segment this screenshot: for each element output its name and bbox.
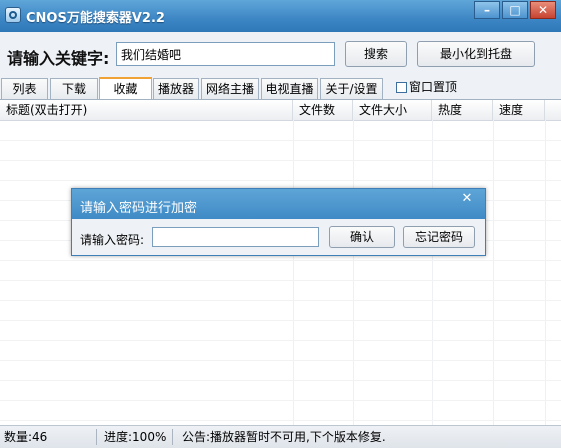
grid-row-line bbox=[0, 140, 561, 141]
grid-row-line bbox=[0, 420, 561, 421]
keyword-label: 请输入关键字: bbox=[7, 49, 110, 68]
confirm-button[interactable]: 确认 bbox=[329, 226, 395, 248]
grid-row-line bbox=[0, 160, 561, 161]
forgot-password-button[interactable]: 忘记密码 bbox=[403, 226, 475, 248]
always-on-top-label: 窗口置顶 bbox=[409, 80, 458, 94]
window-title: CNOS万能搜索器V2.2 bbox=[26, 11, 165, 26]
status-progress: 进度:100% bbox=[104, 430, 167, 444]
close-button[interactable]: ✕ bbox=[530, 1, 556, 19]
grid-row-line bbox=[0, 380, 561, 381]
always-on-top-checkbox[interactable]: 窗口置顶 bbox=[396, 80, 457, 94]
list-header: 标题(双击打开) 文件数 文件大小 热度 速度 bbox=[0, 100, 561, 121]
minimize-button[interactable]: – bbox=[474, 1, 500, 19]
grid-row-line bbox=[0, 340, 561, 341]
grid-row-line bbox=[0, 260, 561, 261]
column-heat[interactable]: 热度 bbox=[432, 100, 493, 120]
grid-row-line bbox=[0, 360, 561, 361]
search-toolbar: 请输入关键字: 搜索 最小化到托盘 bbox=[0, 32, 561, 78]
minimize-to-tray-button[interactable]: 最小化到托盘 bbox=[417, 41, 535, 67]
dialog-title-bar[interactable]: 请输入密码进行加密 ✕ bbox=[72, 189, 485, 219]
password-label: 请输入密码: bbox=[80, 233, 145, 247]
tab-bar: 列表 下载 收藏 播放器 网络主播 电视直播 关于/设置 bbox=[0, 77, 561, 99]
grid-row-line bbox=[0, 300, 561, 301]
tab-about-settings[interactable]: 关于/设置 bbox=[320, 78, 383, 99]
maximize-button[interactable]: □ bbox=[502, 1, 528, 19]
status-count: 数量:46 bbox=[4, 430, 48, 444]
grid-row-line bbox=[0, 280, 561, 281]
status-notice: 公告:播放器暂时不可用,下个版本修复. bbox=[182, 430, 386, 444]
dialog-title: 请输入密码进行加密 bbox=[80, 201, 198, 216]
grid-row-line bbox=[0, 400, 561, 401]
title-bar[interactable]: CNOS万能搜索器V2.2 – □ ✕ bbox=[0, 0, 561, 32]
keyword-input[interactable] bbox=[116, 42, 335, 66]
column-file-size[interactable]: 文件大小 bbox=[353, 100, 432, 120]
column-title[interactable]: 标题(双击打开) bbox=[0, 100, 293, 120]
column-file-count[interactable]: 文件数 bbox=[293, 100, 353, 120]
password-input[interactable] bbox=[152, 227, 319, 247]
tab-list[interactable]: 列表 bbox=[1, 78, 48, 99]
column-extra bbox=[545, 100, 561, 120]
column-speed[interactable]: 速度 bbox=[493, 100, 545, 120]
result-list[interactable]: 标题(双击打开) 文件数 文件大小 热度 速度 bbox=[0, 99, 561, 426]
dialog-close-icon[interactable]: ✕ bbox=[457, 191, 477, 207]
grid-row-line bbox=[0, 180, 561, 181]
checkbox-box[interactable] bbox=[396, 82, 407, 93]
tab-web-streamer[interactable]: 网络主播 bbox=[201, 78, 259, 99]
password-dialog: 请输入密码进行加密 ✕ 请输入密码: 确认 忘记密码 bbox=[71, 188, 486, 256]
status-divider bbox=[96, 429, 97, 445]
tab-favorites[interactable]: 收藏 bbox=[99, 77, 152, 99]
tab-player[interactable]: 播放器 bbox=[153, 78, 199, 99]
tab-tv-live[interactable]: 电视直播 bbox=[261, 78, 318, 99]
status-divider bbox=[172, 429, 173, 445]
tab-download[interactable]: 下载 bbox=[50, 78, 98, 99]
app-icon bbox=[5, 7, 21, 23]
status-bar: 数量:46 进度:100% 公告:播放器暂时不可用,下个版本修复. bbox=[0, 425, 561, 448]
grid-row-line bbox=[0, 320, 561, 321]
search-button[interactable]: 搜索 bbox=[345, 41, 407, 67]
